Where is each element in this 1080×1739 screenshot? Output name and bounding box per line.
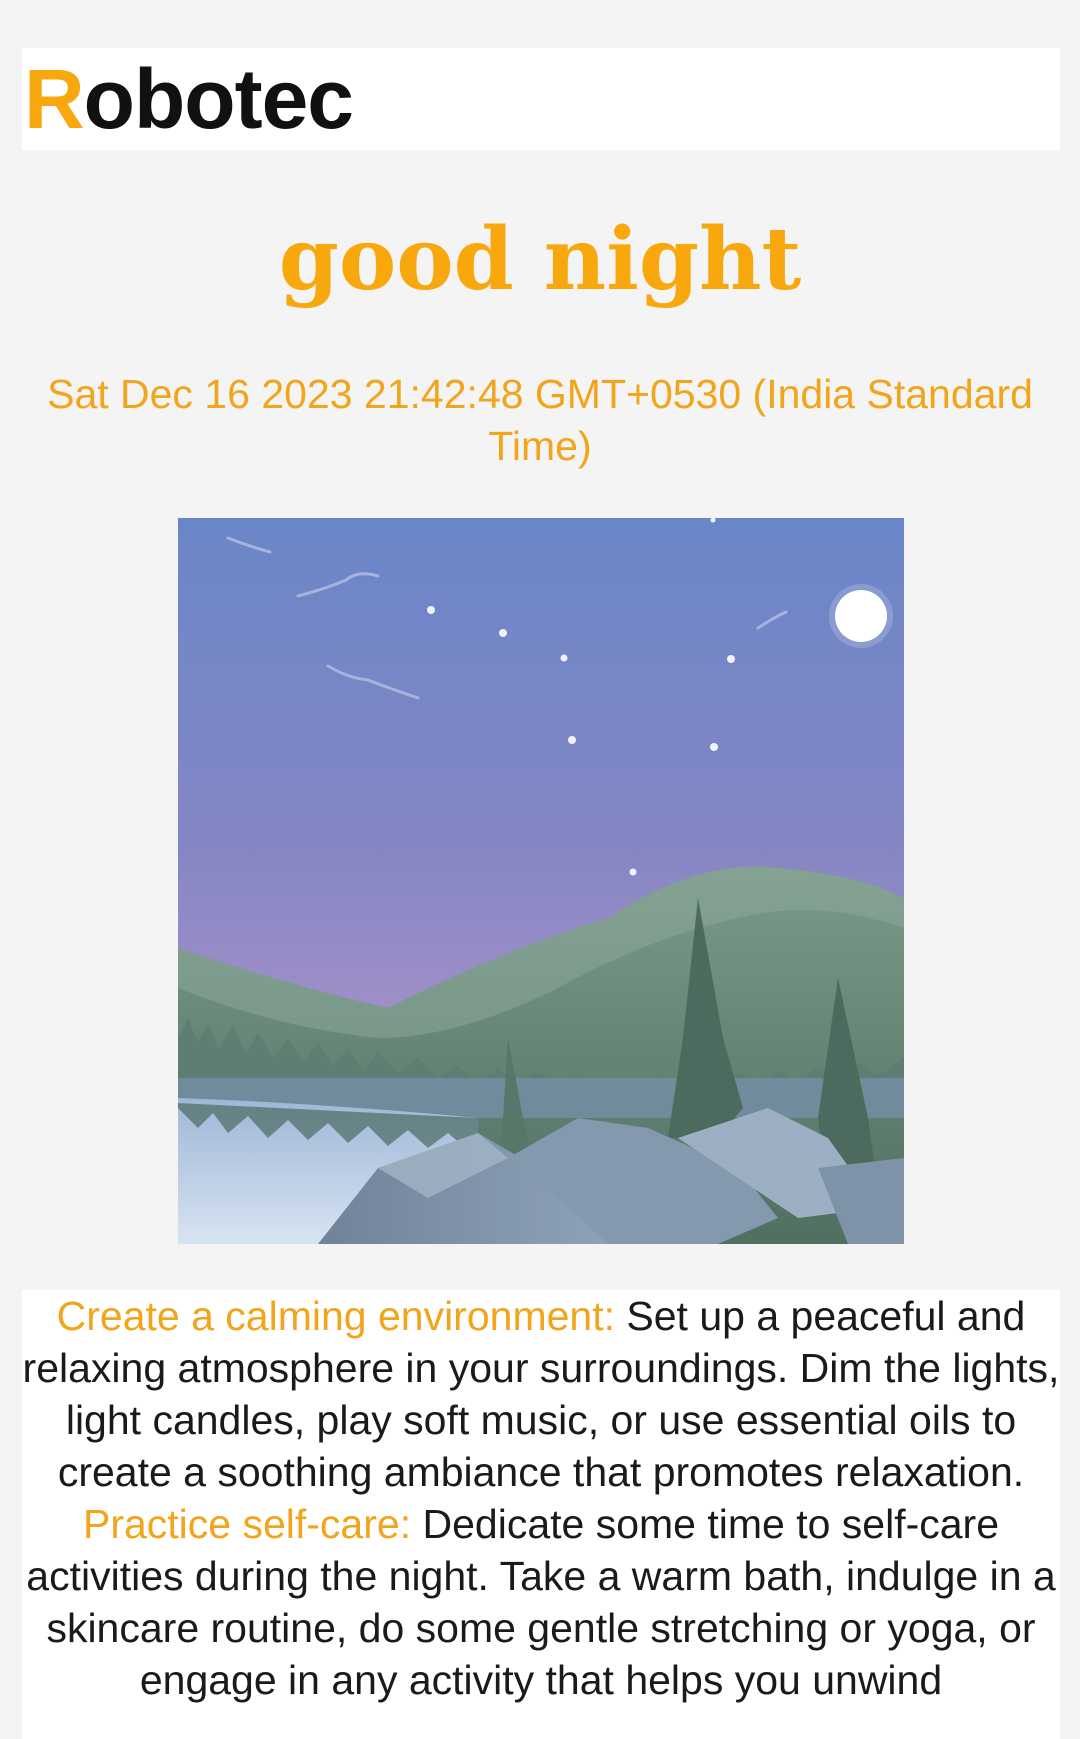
tip-heading: Practice self-care:	[82, 1501, 412, 1547]
page: Robotec good night Sat Dec 16 2023 21:42…	[0, 0, 1080, 1739]
night-landscape-illustration	[178, 518, 904, 1244]
tip-heading: Create a calming environment:	[56, 1293, 615, 1339]
brand-logo[interactable]: Robotec	[24, 48, 354, 150]
brand-logo-text: obotec	[83, 52, 354, 146]
greeting-title: good night	[278, 209, 802, 310]
tips-section: Create a calming environment: Set up a p…	[22, 1290, 1060, 1739]
header-bar: Robotec	[22, 48, 1060, 150]
brand-logo-initial: R	[24, 52, 85, 146]
current-datetime: Sat Dec 16 2023 21:42:48 GMT+0530 (India…	[47, 371, 1033, 469]
